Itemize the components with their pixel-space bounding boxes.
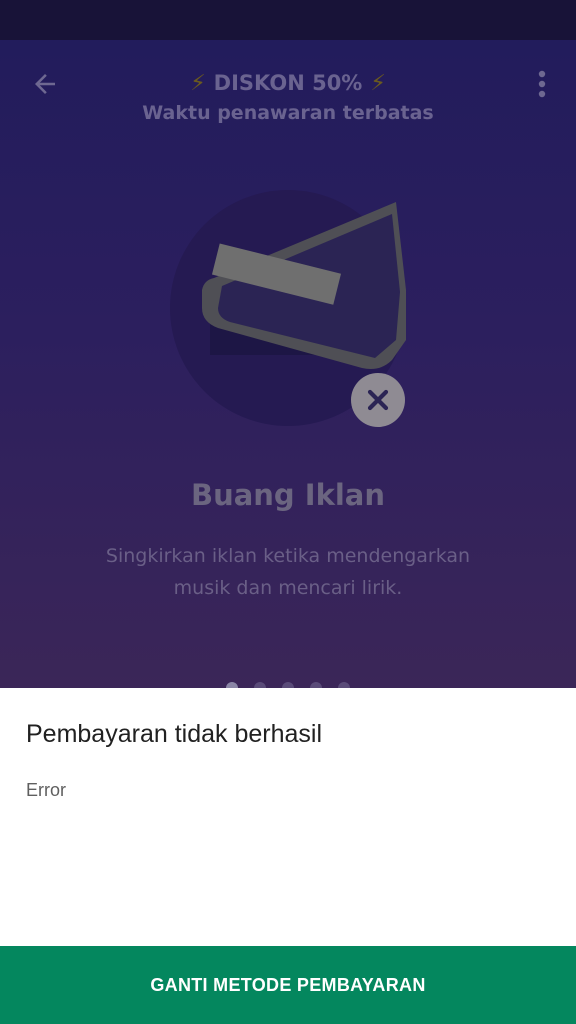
promo-header: ⚡ DISKON 50% ⚡ Waktu penawaran terbatas: [0, 68, 576, 125]
status-bar: [0, 0, 576, 40]
promo-title: DISKON 50%: [213, 71, 363, 95]
lightning-icon: ⚡: [190, 70, 206, 96]
promo-title-row: ⚡ DISKON 50% ⚡: [0, 68, 576, 98]
premium-offer-screen: ⚡ DISKON 50% ⚡ Waktu penawaran terbatas …: [0, 40, 576, 688]
lightning-icon: ⚡: [370, 70, 386, 96]
feature-title: Buang Iklan: [190, 478, 386, 512]
dialog-title: Pembayaran tidak berhasil: [26, 720, 322, 748]
promo-subtitle: Waktu penawaran terbatas: [142, 102, 434, 124]
more-vertical-icon: [538, 70, 546, 98]
top-app-bar: ⚡ DISKON 50% ⚡ Waktu penawaran terbatas: [0, 40, 576, 140]
payment-error-sheet: Pembayaran tidak berhasil Error: [0, 688, 576, 946]
feature-description: Singkirkan iklan ketika mendengarkan mus…: [105, 545, 471, 599]
dialog-message: Error: [26, 780, 66, 800]
change-payment-method-button[interactable]: GANTI METODE PEMBAYARAN: [0, 946, 576, 1024]
remove-ads-illustration: [170, 190, 406, 427]
overflow-menu-button[interactable]: [524, 64, 560, 104]
